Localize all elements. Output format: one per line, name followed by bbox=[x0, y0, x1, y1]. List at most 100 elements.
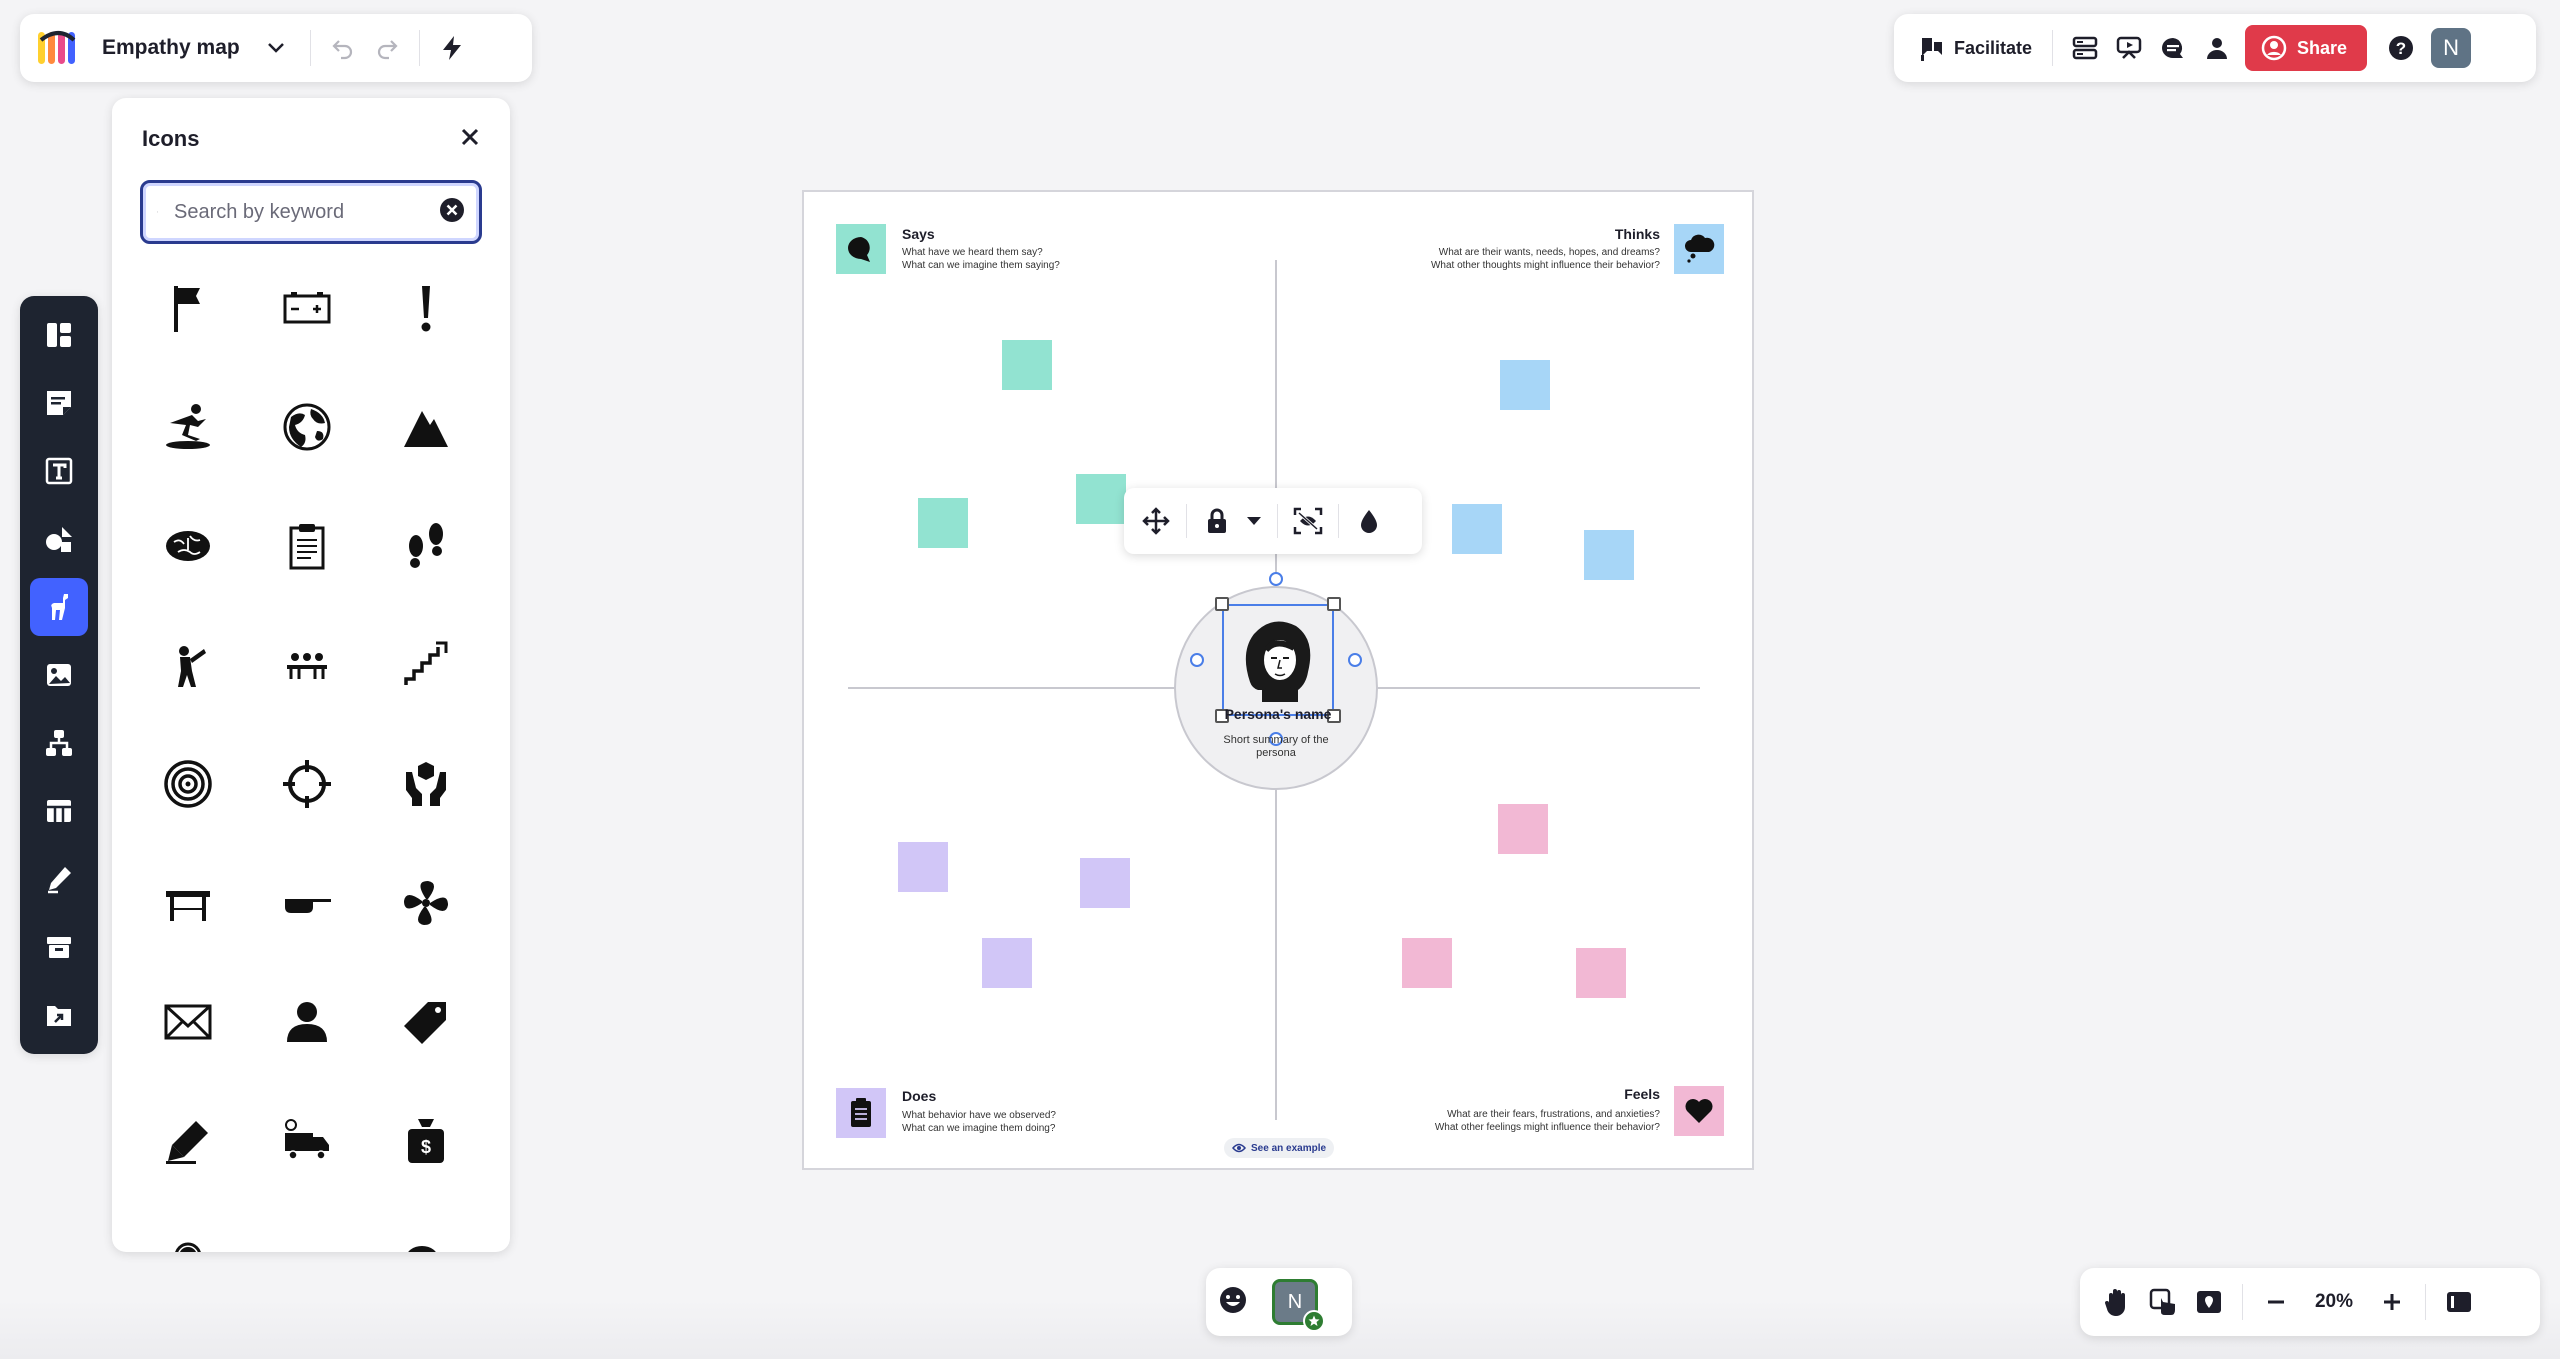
hide-icon[interactable] bbox=[1286, 499, 1330, 543]
zoom-in-icon[interactable] bbox=[2369, 1279, 2415, 1325]
resize-handle[interactable] bbox=[1327, 597, 1341, 611]
truck-icon[interactable] bbox=[247, 1081, 366, 1200]
navigation-bar: 20% bbox=[2080, 1268, 2540, 1336]
move-icon[interactable] bbox=[1134, 499, 1178, 543]
sticky-note-feels[interactable] bbox=[1498, 804, 1548, 854]
fan-icon[interactable] bbox=[366, 843, 485, 962]
icon-search-input[interactable] bbox=[174, 200, 439, 224]
does-line-1: What behavior have we observed? bbox=[902, 1110, 1056, 1121]
shapes-icon[interactable] bbox=[30, 510, 88, 568]
undo-icon[interactable] bbox=[321, 26, 365, 70]
mountain-icon[interactable] bbox=[366, 367, 485, 486]
hands-icon[interactable] bbox=[366, 724, 485, 843]
touchpad-icon[interactable] bbox=[2140, 1279, 2186, 1325]
thinks-line-2: What other thoughts might influence thei… bbox=[1430, 260, 1660, 271]
table-tool-icon[interactable] bbox=[30, 782, 88, 840]
target-icon[interactable] bbox=[128, 724, 247, 843]
sticky-note-does[interactable] bbox=[1080, 858, 1130, 908]
connector-handle[interactable] bbox=[1348, 653, 1362, 667]
pen-tool-icon[interactable] bbox=[30, 850, 88, 908]
clear-search-icon[interactable] bbox=[439, 197, 465, 228]
crosshair-icon[interactable] bbox=[247, 724, 366, 843]
text-icon[interactable] bbox=[30, 442, 88, 500]
diagram-icon[interactable] bbox=[30, 714, 88, 772]
board-toolbar: Empathy map bbox=[20, 14, 532, 82]
explorer-icon[interactable] bbox=[128, 605, 247, 724]
envelope-icon[interactable] bbox=[128, 962, 247, 1081]
footprints-icon[interactable] bbox=[366, 486, 485, 605]
does-line-2: What can we imagine them doing? bbox=[902, 1123, 1056, 1134]
presentation-icon[interactable] bbox=[2107, 26, 2151, 70]
table-icon[interactable] bbox=[128, 843, 247, 962]
clipboard-icon[interactable] bbox=[247, 486, 366, 605]
hand-tool-icon[interactable] bbox=[2094, 1279, 2140, 1325]
moneybag-icon[interactable]: $ bbox=[366, 1081, 485, 1200]
pan-icon[interactable] bbox=[247, 843, 366, 962]
archive-icon[interactable] bbox=[30, 918, 88, 976]
board-title[interactable]: Empathy map bbox=[102, 36, 240, 60]
comment-icon[interactable] bbox=[2151, 26, 2195, 70]
does-title: Does bbox=[902, 1088, 937, 1104]
sticky-note-icon[interactable] bbox=[30, 374, 88, 432]
collaborators-icon[interactable] bbox=[2195, 26, 2239, 70]
image-icon[interactable] bbox=[30, 646, 88, 704]
surfer-icon[interactable] bbox=[128, 367, 247, 486]
rotate-handle[interactable] bbox=[1269, 572, 1283, 586]
feels-heart-icon bbox=[1674, 1086, 1724, 1136]
lightning-icon[interactable] bbox=[430, 26, 474, 70]
person-icon[interactable] bbox=[247, 962, 366, 1081]
emoji-reaction-icon[interactable] bbox=[1218, 1285, 1248, 1320]
share-button[interactable]: Share bbox=[2245, 25, 2368, 71]
resize-handle[interactable] bbox=[1215, 597, 1229, 611]
sticky-note-thinks[interactable] bbox=[1500, 360, 1550, 410]
globe-icon[interactable] bbox=[247, 367, 366, 486]
user-avatar[interactable]: N bbox=[2431, 28, 2472, 68]
exclamation-icon[interactable] bbox=[366, 248, 485, 367]
icon-grid: $ bbox=[128, 248, 510, 1252]
current-user-avatar[interactable]: N bbox=[1272, 1279, 1325, 1332]
sticky-note-says[interactable] bbox=[1076, 474, 1126, 524]
help-icon[interactable]: ? bbox=[2379, 26, 2423, 70]
zoom-level[interactable]: 20% bbox=[2299, 1291, 2369, 1313]
sticky-note-does[interactable] bbox=[898, 842, 948, 892]
zoom-out-icon[interactable] bbox=[2253, 1279, 2299, 1325]
icons-panel-title: Icons bbox=[142, 126, 200, 151]
redo-icon[interactable] bbox=[365, 26, 409, 70]
sticky-note-says[interactable] bbox=[918, 498, 968, 548]
connector-handle[interactable] bbox=[1190, 653, 1204, 667]
close-icon[interactable] bbox=[460, 127, 480, 152]
board-list-icon[interactable] bbox=[2063, 26, 2107, 70]
chevron-down-icon[interactable] bbox=[262, 34, 290, 62]
meeting-icon[interactable] bbox=[247, 605, 366, 724]
panel-toggle-icon[interactable] bbox=[2436, 1279, 2482, 1325]
flag-icon[interactable] bbox=[128, 248, 247, 367]
minimap-icon[interactable] bbox=[2186, 1279, 2232, 1325]
chevron-down-icon[interactable] bbox=[1239, 499, 1269, 543]
sticky-note-thinks[interactable] bbox=[1584, 530, 1634, 580]
facilitate-button[interactable]: Facilitate bbox=[1908, 26, 2042, 70]
templates-icon[interactable] bbox=[30, 306, 88, 364]
sticky-note-feels[interactable] bbox=[1576, 948, 1626, 998]
sticky-note-does[interactable] bbox=[982, 938, 1032, 988]
color-drop-icon[interactable] bbox=[1347, 499, 1391, 543]
see-example-button[interactable]: See an example bbox=[1224, 1138, 1335, 1158]
app-logo-icon[interactable] bbox=[36, 28, 82, 68]
lock-icon[interactable] bbox=[1195, 499, 1239, 543]
import-icon[interactable] bbox=[30, 986, 88, 1044]
icons-tool-icon[interactable] bbox=[30, 578, 88, 636]
says-speech-icon bbox=[836, 224, 886, 274]
tag-icon[interactable] bbox=[366, 962, 485, 1081]
sticky-note-says[interactable] bbox=[1002, 340, 1052, 390]
empathy-map-board[interactable]: Says What have we heard them say? What c… bbox=[802, 190, 1754, 1170]
chat-icon[interactable] bbox=[366, 1200, 485, 1252]
support-icon[interactable] bbox=[128, 1200, 247, 1252]
sticky-note-feels[interactable] bbox=[1402, 938, 1452, 988]
stairs-icon[interactable] bbox=[366, 605, 485, 724]
sticky-note-thinks[interactable] bbox=[1452, 504, 1502, 554]
pen-icon[interactable] bbox=[128, 1081, 247, 1200]
car-icon[interactable] bbox=[247, 1200, 366, 1252]
battery-icon[interactable] bbox=[247, 248, 366, 367]
divider bbox=[309, 30, 311, 66]
brain-icon[interactable] bbox=[128, 486, 247, 605]
feels-line-1: What are their fears, frustrations, and … bbox=[1447, 1109, 1660, 1120]
